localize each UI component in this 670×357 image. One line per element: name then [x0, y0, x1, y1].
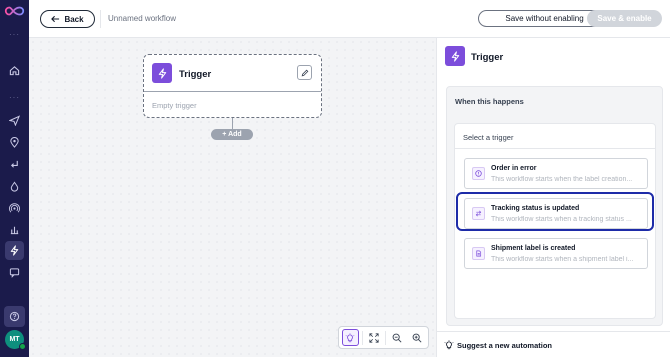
- trigger-option-title: Order in error: [491, 165, 537, 172]
- trigger-option-shipment-label-created[interactable]: Shipment label is created This workflow …: [464, 238, 648, 269]
- expand-icon: [369, 332, 379, 343]
- chat-icon[interactable]: [5, 263, 24, 282]
- trigger-node-header: Trigger: [144, 55, 321, 92]
- save-and-enable-label: Save & enable: [597, 14, 652, 23]
- return-arrow-icon[interactable]: [5, 155, 24, 174]
- suggest-automation-link[interactable]: Suggest a new automation: [437, 331, 670, 357]
- back-button-label: Back: [64, 14, 84, 24]
- zoom-in-icon: [412, 333, 422, 342]
- app-logo-icon[interactable]: [4, 5, 25, 17]
- trigger-node[interactable]: Trigger Empty trigger: [143, 54, 322, 118]
- bolt-icon: [152, 63, 172, 83]
- rail-divider: ···: [9, 93, 20, 102]
- automation-bolt-icon[interactable]: [5, 241, 24, 260]
- back-button[interactable]: Back: [40, 10, 95, 28]
- signal-icon[interactable]: [5, 199, 24, 218]
- zoom-out-button[interactable]: [389, 329, 406, 346]
- rail-divider: ···: [9, 30, 20, 39]
- suggest-automation-label: Suggest a new automation: [457, 341, 553, 350]
- bolt-icon: [445, 46, 465, 66]
- help-button[interactable]: [4, 306, 25, 327]
- fit-view-button[interactable]: [366, 329, 383, 346]
- avatar-initials: MT: [9, 336, 20, 343]
- workflow-name[interactable]: Unnamed workflow: [108, 14, 176, 23]
- lightbulb-icon: [444, 340, 454, 350]
- toolbar-divider: [385, 330, 387, 345]
- save-without-enabling-label: Save without enabling: [505, 14, 584, 23]
- save-and-enable-button[interactable]: Save & enable: [587, 10, 662, 27]
- drop-icon[interactable]: [5, 177, 24, 196]
- trigger-node-body: Empty trigger: [152, 101, 197, 110]
- analytics-icon[interactable]: [5, 220, 24, 239]
- section-label: When this happens: [455, 97, 524, 106]
- selector-divider: [455, 148, 655, 149]
- send-icon[interactable]: [5, 111, 24, 130]
- help-icon: [9, 311, 20, 322]
- canvas-toolbar: [338, 326, 429, 349]
- online-status-indicator: [19, 343, 26, 350]
- lightbulb-icon: [345, 332, 355, 342]
- trigger-option-description: This workflow starts when a shipment lab…: [491, 256, 634, 263]
- user-avatar[interactable]: MT: [5, 330, 26, 350]
- trigger-node-title: Trigger: [179, 69, 212, 80]
- trigger-option-title: Shipment label is created: [491, 245, 576, 252]
- zoom-in-button[interactable]: [409, 329, 426, 346]
- panel-title: Trigger: [471, 52, 504, 63]
- top-bar-divider: [100, 10, 101, 28]
- toolbar-divider: [361, 330, 363, 345]
- panel-header: Trigger: [437, 38, 670, 75]
- top-bar: Back Unnamed workflow Save without enabl…: [29, 0, 670, 38]
- trigger-option-order-in-error[interactable]: Order in error This workflow starts when…: [464, 158, 648, 189]
- home-icon[interactable]: [5, 61, 24, 80]
- left-navigation-rail: ··· ··· MT: [0, 0, 29, 357]
- node-connector-line: [232, 118, 233, 129]
- zoom-out-icon: [392, 333, 402, 342]
- pencil-icon: [301, 69, 308, 76]
- arrow-left-icon: [51, 15, 60, 23]
- trigger-option-description: This workflow starts when the label crea…: [491, 176, 633, 183]
- edit-pencil-button[interactable]: [297, 65, 312, 80]
- focus-highlight-ring: [456, 192, 654, 231]
- trigger-settings-panel: Trigger When this happens Select a trigg…: [436, 38, 670, 357]
- lightbulb-button[interactable]: [342, 329, 359, 346]
- select-trigger-label: Select a trigger: [463, 133, 514, 142]
- document-icon: [472, 247, 485, 260]
- workflow-canvas[interactable]: Trigger Empty trigger + Add: [29, 38, 436, 357]
- add-step-button[interactable]: + Add: [211, 129, 253, 140]
- location-pin-icon[interactable]: [5, 133, 24, 152]
- info-circle-icon: [472, 167, 485, 180]
